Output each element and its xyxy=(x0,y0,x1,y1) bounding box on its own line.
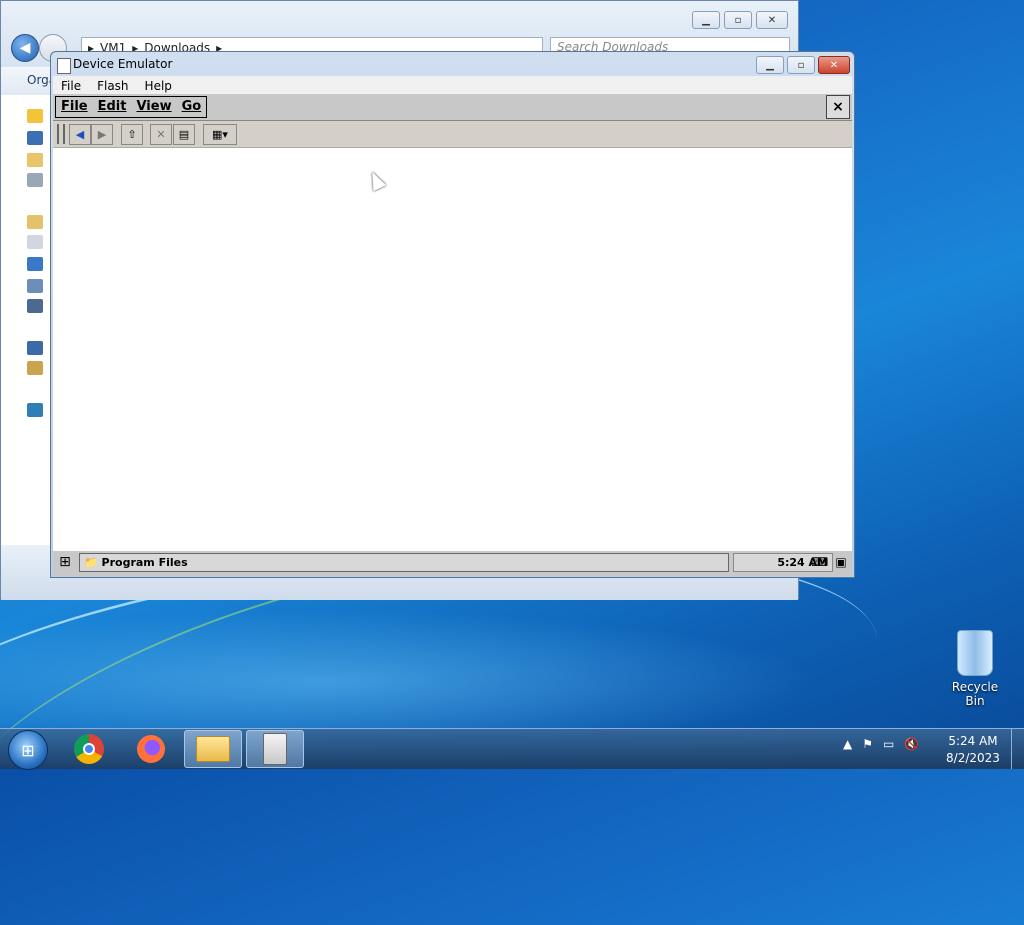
device-emulator-window[interactable]: Device Emulator ▁ ▫ ✕ File Flash Help Fi… xyxy=(50,51,855,578)
keyboard-icon[interactable]: ⌨ xyxy=(811,555,828,571)
chrome-icon xyxy=(74,734,104,764)
recycle-bin-label: Recycle Bin xyxy=(951,680,999,708)
minimize-button[interactable]: ▁ xyxy=(756,56,784,74)
folder-icon: 📁 xyxy=(84,556,102,569)
device-screen[interactable]: File Edit View Go × ◀ ▶ ⇧ ✕ ▤ ▦▾ ⊞ 📁 Pro… xyxy=(53,94,852,576)
maximize-button[interactable]: ▫ xyxy=(787,56,815,74)
up-folder-icon[interactable]: ⇧ xyxy=(121,124,143,145)
videos-icon[interactable] xyxy=(27,299,43,313)
documents-icon[interactable] xyxy=(27,235,43,249)
taskbar-clock[interactable]: 5:24 AM 8/2/2023 xyxy=(940,733,1006,767)
music-icon[interactable] xyxy=(27,257,43,271)
back-icon[interactable]: ◀ xyxy=(11,34,39,62)
navigation-pane[interactable] xyxy=(1,95,53,545)
ce-toolbar: ◀ ▶ ⇧ ✕ ▤ ▦▾ xyxy=(53,121,852,148)
ce-taskbar-program-files[interactable]: 📁 Program Files xyxy=(79,553,729,572)
back-icon[interactable]: ◀ xyxy=(69,124,91,145)
window-title: Device Emulator xyxy=(73,57,173,71)
clock-date: 8/2/2023 xyxy=(946,751,1000,765)
taskbar: ⊞ ▲ ⚑ ▭ 🔇 5:24 AM 8/2/2023 xyxy=(0,728,1024,770)
volume-muted-icon[interactable]: 🔇 xyxy=(904,737,919,751)
desktop-switch-icon[interactable]: ▣ xyxy=(833,555,849,571)
downloads-folder-icon[interactable] xyxy=(27,153,43,167)
ce-menubar: File Edit View Go × xyxy=(53,94,852,121)
explorer-caption-buttons: ▁ ▫ ✕ xyxy=(692,11,788,29)
clock-time: 5:24 AM xyxy=(948,734,998,748)
views-icon[interactable]: ▦▾ xyxy=(203,124,237,145)
emulator-menubar: File Flash Help xyxy=(53,76,852,96)
forward-icon[interactable]: ▶ xyxy=(91,124,113,145)
recycle-bin[interactable]: Recycle Bin xyxy=(943,630,1007,708)
ce-taskbar: ⊞ 📁 Program Files 5:24 AM ⌨ ▣ xyxy=(53,550,852,576)
taskbar-explorer[interactable] xyxy=(184,730,242,768)
menu-flash[interactable]: Flash xyxy=(89,76,136,96)
show-hidden-icons-icon[interactable]: ▲ xyxy=(843,737,852,751)
menu-file[interactable]: File xyxy=(53,76,89,96)
pictures-icon[interactable] xyxy=(27,279,43,293)
ce-menu-file[interactable]: File xyxy=(56,97,93,117)
firefox-icon xyxy=(137,735,165,763)
taskbar-firefox[interactable] xyxy=(122,730,180,768)
ce-menu-view[interactable]: View xyxy=(131,97,176,117)
taskbar-chrome[interactable] xyxy=(60,730,118,768)
ce-menu-items: File Edit View Go xyxy=(55,96,208,118)
folder-icon xyxy=(196,736,230,762)
ce-taskbar-label: Program Files xyxy=(101,556,188,569)
device-emulator-icon xyxy=(57,58,71,74)
recycle-bin-icon xyxy=(957,630,993,676)
ce-start-icon[interactable]: ⊞ xyxy=(55,554,75,573)
show-desktop-button[interactable] xyxy=(1011,729,1024,769)
minimize-button[interactable]: ▁ xyxy=(692,11,720,29)
ce-menu-go[interactable]: Go xyxy=(177,97,207,117)
maximize-button[interactable]: ▫ xyxy=(724,11,752,29)
taskbar-device-emulator[interactable] xyxy=(246,730,304,768)
system-tray: ▲ ⚑ ▭ 🔇 xyxy=(843,737,919,751)
properties-icon[interactable]: ▤ xyxy=(173,124,195,145)
computer-icon[interactable] xyxy=(27,341,43,355)
network-icon[interactable]: ▭ xyxy=(883,737,894,751)
emulator-caption-buttons: ▁ ▫ ✕ xyxy=(756,56,850,74)
start-button[interactable]: ⊞ xyxy=(8,730,48,770)
close-button[interactable]: ✕ xyxy=(818,56,850,74)
libraries-icon[interactable] xyxy=(27,215,43,229)
toolbar-grip[interactable] xyxy=(57,124,65,144)
ce-menu-edit[interactable]: Edit xyxy=(93,97,132,117)
recent-places-icon[interactable] xyxy=(27,173,43,187)
close-button[interactable]: ✕ xyxy=(756,11,788,29)
action-center-icon[interactable]: ⚑ xyxy=(862,737,873,751)
desktop-icon[interactable] xyxy=(27,131,43,145)
device-icon xyxy=(263,733,287,765)
menu-help[interactable]: Help xyxy=(137,76,180,96)
favorites-star-icon[interactable] xyxy=(27,109,43,123)
drive-icon[interactable] xyxy=(27,361,43,375)
ce-close-button[interactable]: × xyxy=(826,95,850,119)
network-icon[interactable] xyxy=(27,403,43,417)
delete-icon[interactable]: ✕ xyxy=(150,124,172,145)
